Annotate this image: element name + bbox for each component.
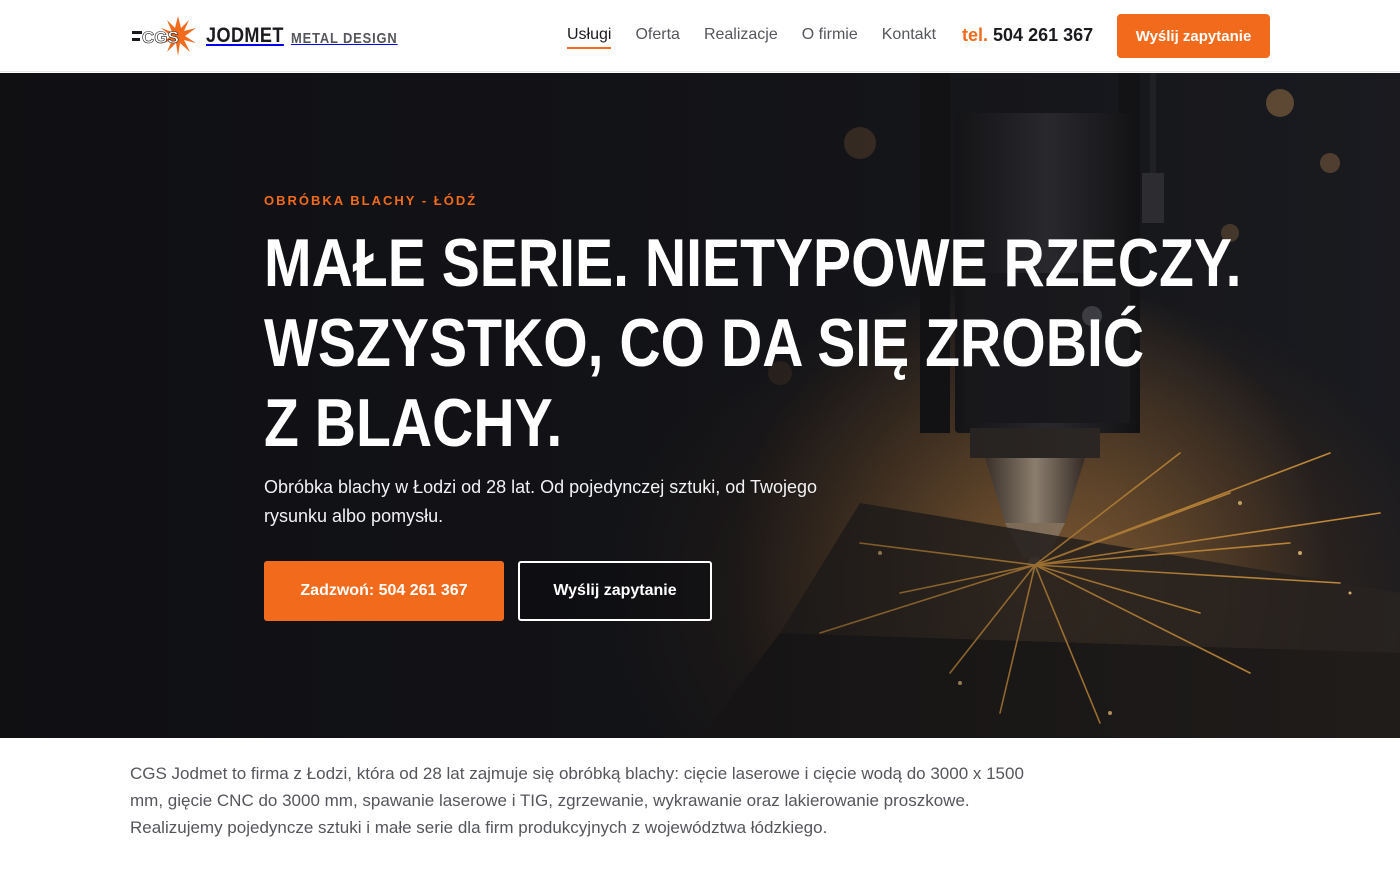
brand-tagline: METAL DESIGN [290,29,398,47]
brand-name: JODMET [206,24,284,47]
company-intro-text: CGS Jodmet to firma z Łodzi, która od 28… [130,764,1024,837]
site-header: CGS JODMET METAL DESIGN Usługi Oferta Re… [0,0,1400,72]
main-nav: Usługi Oferta Realizacje O firmie Kontak… [567,24,936,49]
cgs-logo-mark-icon: CGS [130,16,198,56]
headline-line-2: WSZYSTKO, CO DA SIĘ ZROBIĆ [264,305,1145,381]
hero-headline: MAŁE SERIE. NIETYPOWE RZECZY. WSZYSTKO, … [264,223,1242,463]
nav-item-oferta[interactable]: Oferta [635,24,679,48]
nav-item-realizacje[interactable]: Realizacje [704,24,778,48]
phone-number: 504 261 367 [993,25,1094,45]
hero-section: OBRÓBKA BLACHY - ŁÓDŹ MAŁE SERIE. NIETYP… [0,73,1400,738]
nav-item-o-firmie[interactable]: O firmie [802,24,858,48]
nav-item-uslugi[interactable]: Usługi [567,24,612,49]
call-button[interactable]: Zadzwoń: 504 261 367 [264,561,504,621]
phone-prefix: tel. [962,25,989,45]
headline-line-3: Z BLACHY. [264,385,563,461]
logo-mark-text: CGS [142,28,179,47]
site-logo[interactable]: CGS JODMET METAL DESIGN [130,16,414,56]
headline-line-1: MAŁE SERIE. NIETYPOWE RZECZY. [264,225,1242,301]
nav-item-kontakt[interactable]: Kontakt [882,24,936,48]
header-phone-link[interactable]: tel. 504 261 367 [962,24,1093,46]
hero-inquiry-button[interactable]: Wyślij zapytanie [518,561,712,621]
header-inquiry-button[interactable]: Wyślij zapytanie [1117,14,1270,58]
hero-lead: Obróbka blachy w Łodzi od 28 lat. Od poj… [264,477,817,526]
hero-eyebrow: OBRÓBKA BLACHY - ŁÓDŹ [264,193,478,208]
